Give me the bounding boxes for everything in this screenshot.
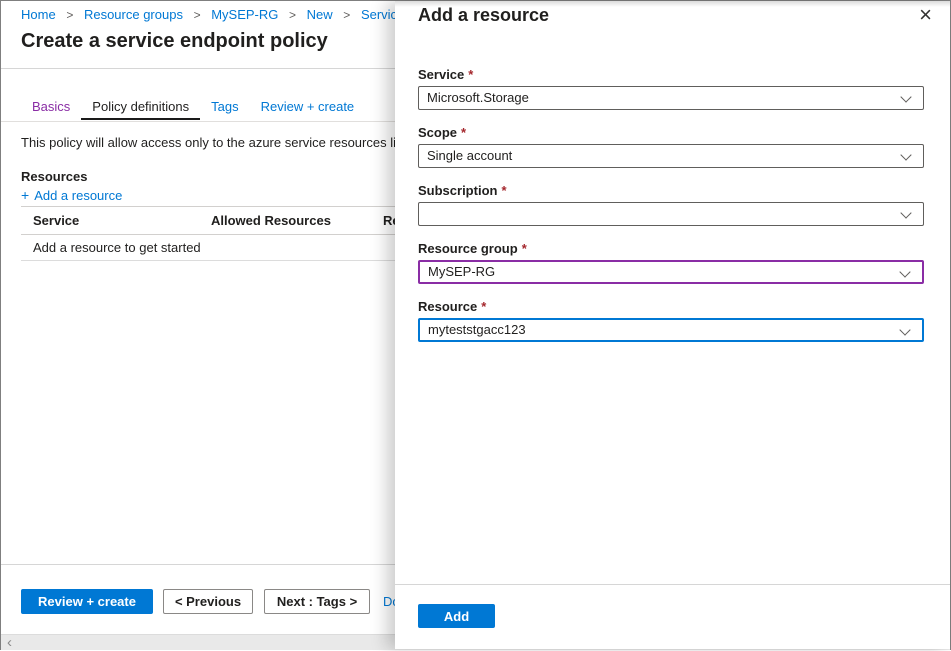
column-header-service: Service — [21, 213, 199, 228]
wizard-footer: Review + create < Previous Next : Tags >… — [21, 589, 400, 614]
panel-title: Add a resource — [418, 5, 549, 26]
resource-group-dropdown[interactable]: MySEP-RG — [418, 260, 924, 284]
breadcrumb-resource-groups[interactable]: Resource groups — [84, 7, 183, 22]
subscription-dropdown[interactable] — [418, 202, 924, 226]
breadcrumb-separator-icon: > — [194, 8, 201, 22]
chevron-down-icon — [899, 266, 910, 277]
breadcrumb-separator-icon: > — [343, 8, 350, 22]
service-value: Microsoft.Storage — [427, 87, 529, 109]
breadcrumb-separator-icon: > — [66, 8, 73, 22]
add-button[interactable]: Add — [418, 604, 495, 628]
field-scope: Scope * Single account — [418, 125, 924, 168]
subscription-label: Subscription * — [418, 183, 924, 198]
field-subscription: Subscription * — [418, 183, 924, 226]
breadcrumb-home[interactable]: Home — [21, 7, 56, 22]
chevron-down-icon — [900, 207, 911, 218]
policy-description: This policy will allow access only to th… — [21, 135, 421, 150]
empty-message: Add a resource to get started — [21, 240, 201, 255]
resources-heading: Resources — [21, 169, 87, 184]
label-text: Subscription — [418, 183, 497, 198]
chevron-down-icon — [900, 149, 911, 160]
required-marker: * — [461, 125, 466, 140]
chevron-down-icon — [899, 324, 910, 335]
resource-dropdown[interactable]: myteststgacc123 — [418, 318, 924, 342]
field-resource: Resource * myteststgacc123 — [418, 299, 924, 342]
field-resource-group: Resource group * MySEP-RG — [418, 241, 924, 284]
label-text: Service — [418, 67, 464, 82]
plus-icon: + — [21, 187, 29, 203]
chevron-down-icon — [900, 91, 911, 102]
required-marker: * — [501, 183, 506, 198]
scope-dropdown[interactable]: Single account — [418, 144, 924, 168]
review-create-button[interactable]: Review + create — [21, 589, 153, 614]
required-marker: * — [522, 241, 527, 256]
add-a-resource-link[interactable]: + Add a resource — [21, 187, 122, 203]
panel-form: Service * Microsoft.Storage Scope * Single… — [418, 67, 924, 357]
resource-group-value: MySEP-RG — [428, 262, 495, 282]
add-resource-panel: Add a resource × Service * Microsoft.Stor… — [395, 1, 950, 649]
close-icon[interactable]: × — [919, 1, 932, 29]
breadcrumb: Home > Resource groups > MySEP-RG > New … — [21, 7, 454, 22]
tab-policy-definitions[interactable]: Policy definitions — [81, 95, 200, 120]
page-title: Create a service endpoint policy — [21, 30, 328, 53]
breadcrumb-new[interactable]: New — [307, 7, 333, 22]
panel-footer-divider — [395, 584, 950, 585]
scroll-left-icon[interactable]: ‹ — [1, 636, 12, 650]
next-tags-button[interactable]: Next : Tags > — [264, 589, 370, 614]
add-a-resource-label: Add a resource — [34, 188, 122, 203]
resource-group-label: Resource group * — [418, 241, 924, 256]
breadcrumb-mysep-rg[interactable]: MySEP-RG — [211, 7, 278, 22]
column-header-allowed-resources: Allowed Resources — [199, 213, 371, 228]
scope-label: Scope * — [418, 125, 924, 140]
label-text: Resource — [418, 299, 477, 314]
tab-basics[interactable]: Basics — [21, 95, 81, 120]
required-marker: * — [481, 299, 486, 314]
required-marker: * — [468, 67, 473, 82]
tab-review-create[interactable]: Review + create — [250, 95, 366, 120]
label-text: Resource group — [418, 241, 518, 256]
resource-value: myteststgacc123 — [428, 320, 526, 340]
resource-label: Resource * — [418, 299, 924, 314]
service-dropdown[interactable]: Microsoft.Storage — [418, 86, 924, 110]
service-label: Service * — [418, 67, 924, 82]
breadcrumb-separator-icon: > — [289, 8, 296, 22]
scope-value: Single account — [427, 145, 512, 167]
field-service: Service * Microsoft.Storage — [418, 67, 924, 110]
tab-bar: Basics Policy definitions Tags Review + … — [21, 95, 365, 120]
previous-button[interactable]: < Previous — [163, 589, 253, 614]
label-text: Scope — [418, 125, 457, 140]
tab-tags[interactable]: Tags — [200, 95, 249, 120]
